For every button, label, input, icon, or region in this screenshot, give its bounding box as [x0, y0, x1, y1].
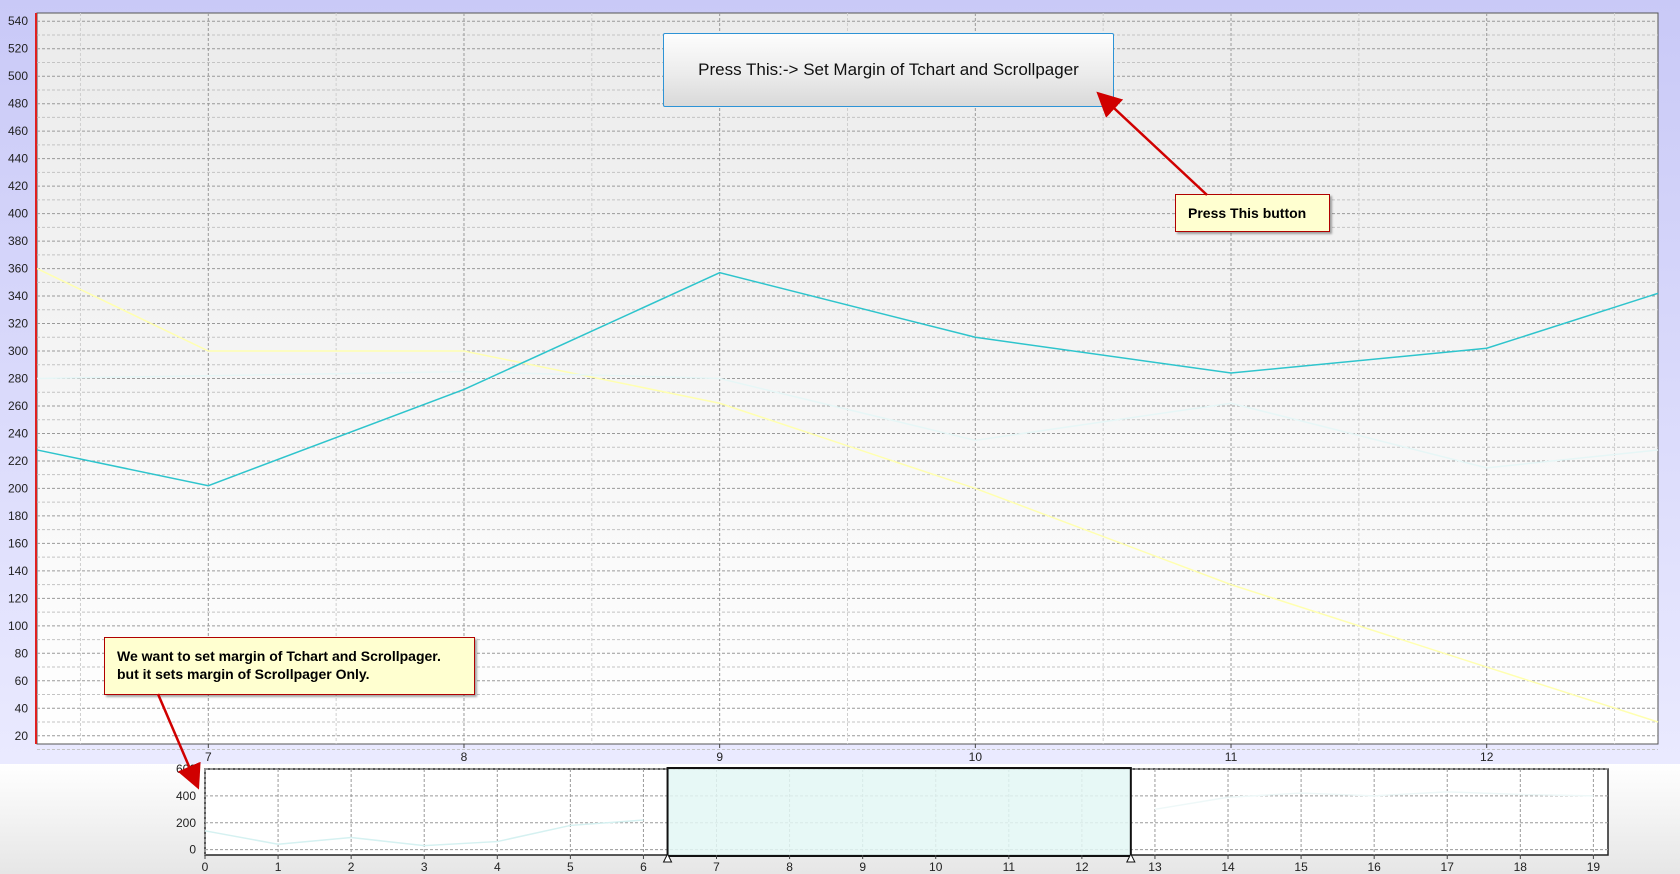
y-tick-label: 320 — [8, 317, 28, 331]
x-tick-label: 9 — [716, 750, 723, 764]
x-tick-label: 7 — [205, 750, 212, 764]
pager-y-tick-label: 600 — [176, 764, 196, 776]
pager-y-tick-label: 400 — [176, 789, 196, 803]
pager-y-tick-label: 0 — [189, 843, 196, 857]
y-tick-label: 520 — [8, 42, 28, 56]
pager-x-tick-label: 8 — [786, 860, 793, 874]
press-button-callout-text: Press This button — [1188, 205, 1307, 221]
y-tick-label: 500 — [8, 69, 28, 83]
y-tick-label: 380 — [8, 234, 28, 248]
x-tick-label: 10 — [969, 750, 983, 764]
y-tick-label: 160 — [8, 536, 28, 550]
x-axis-ticks: 7 8 9 10 11 12 — [205, 744, 1494, 764]
pager-x-tick-label: 5 — [567, 860, 574, 874]
y-tick-label: 340 — [8, 289, 28, 303]
pager-x-tick-label: 4 — [494, 860, 501, 874]
y-tick-label: 280 — [8, 372, 28, 386]
pager-x-tick-label: 14 — [1221, 860, 1235, 874]
y-tick-label: 400 — [8, 207, 28, 221]
y-axis-ticks: 20 40 60 80 100 120 140 160 180 200 220 240 260 280 30… — [8, 14, 28, 743]
pager-x-tick-label: 3 — [421, 860, 428, 874]
y-tick-label: 220 — [8, 454, 28, 468]
margin-note-callout: We want to set margin of Tchart and Scro… — [104, 637, 475, 695]
y-tick-label: 460 — [8, 124, 28, 138]
y-tick-label: 260 — [8, 399, 28, 413]
pager-x-tick-label: 10 — [929, 860, 943, 874]
pager-y-tick-label: 200 — [176, 816, 196, 830]
pager-x-tick-label: 15 — [1294, 860, 1308, 874]
pager-selection-window[interactable] — [666, 767, 1132, 857]
y-tick-label: 20 — [15, 729, 29, 743]
y-tick-label: 180 — [8, 509, 28, 523]
y-tick-label: 80 — [15, 646, 29, 660]
y-tick-label: 200 — [8, 481, 28, 495]
pager-x-tick-label: 13 — [1148, 860, 1162, 874]
y-tick-label: 420 — [8, 179, 28, 193]
y-tick-label: 100 — [8, 619, 28, 633]
y-tick-label: 480 — [8, 97, 28, 111]
x-tick-label: 11 — [1225, 750, 1238, 764]
y-tick-label: 440 — [8, 152, 28, 166]
y-tick-label: 140 — [8, 564, 28, 578]
pager-x-tick-label: 9 — [859, 860, 866, 874]
set-margin-button[interactable]: Press This:-> Set Margin of Tchart and S… — [663, 33, 1114, 107]
pager-x-tick-label: 12 — [1075, 860, 1089, 874]
x-tick-label: 12 — [1480, 750, 1494, 764]
pager-x-tick-label: 6 — [640, 860, 647, 874]
y-tick-label: 120 — [8, 591, 28, 605]
pager-x-tick-label: 18 — [1514, 860, 1528, 874]
y-tick-label: 300 — [8, 344, 28, 358]
y-tick-label: 360 — [8, 262, 28, 276]
pager-x-tick-label: 2 — [348, 860, 355, 874]
y-tick-label: 40 — [15, 701, 29, 715]
margin-note-line-1: We want to set margin of Tchart and Scro… — [117, 648, 441, 664]
pager-x-tick-label: 19 — [1587, 860, 1601, 874]
pager-x-tick-label: 1 — [275, 860, 282, 874]
pager-x-tick-label: 0 — [202, 860, 209, 874]
margin-note-line-2: but it sets margin of Scrollpager Only. — [117, 666, 370, 682]
y-tick-label: 240 — [8, 426, 28, 440]
pager-x-tick-label: 7 — [713, 860, 720, 874]
x-tick-label: 8 — [461, 750, 468, 764]
y-tick-label: 540 — [8, 14, 28, 28]
press-button-callout: Press This button — [1175, 194, 1330, 232]
scroll-pager[interactable]: 0200400600 0 1 2 3 4 5 6 7 8 9 10 11 12 13 14 15 16 17 18 1… — [0, 764, 1680, 874]
y-tick-label: 60 — [15, 674, 29, 688]
pager-x-tick-label: 16 — [1367, 860, 1381, 874]
pager-x-tick-label: 11 — [1003, 860, 1016, 874]
pager-x-tick-label: 17 — [1441, 860, 1455, 874]
